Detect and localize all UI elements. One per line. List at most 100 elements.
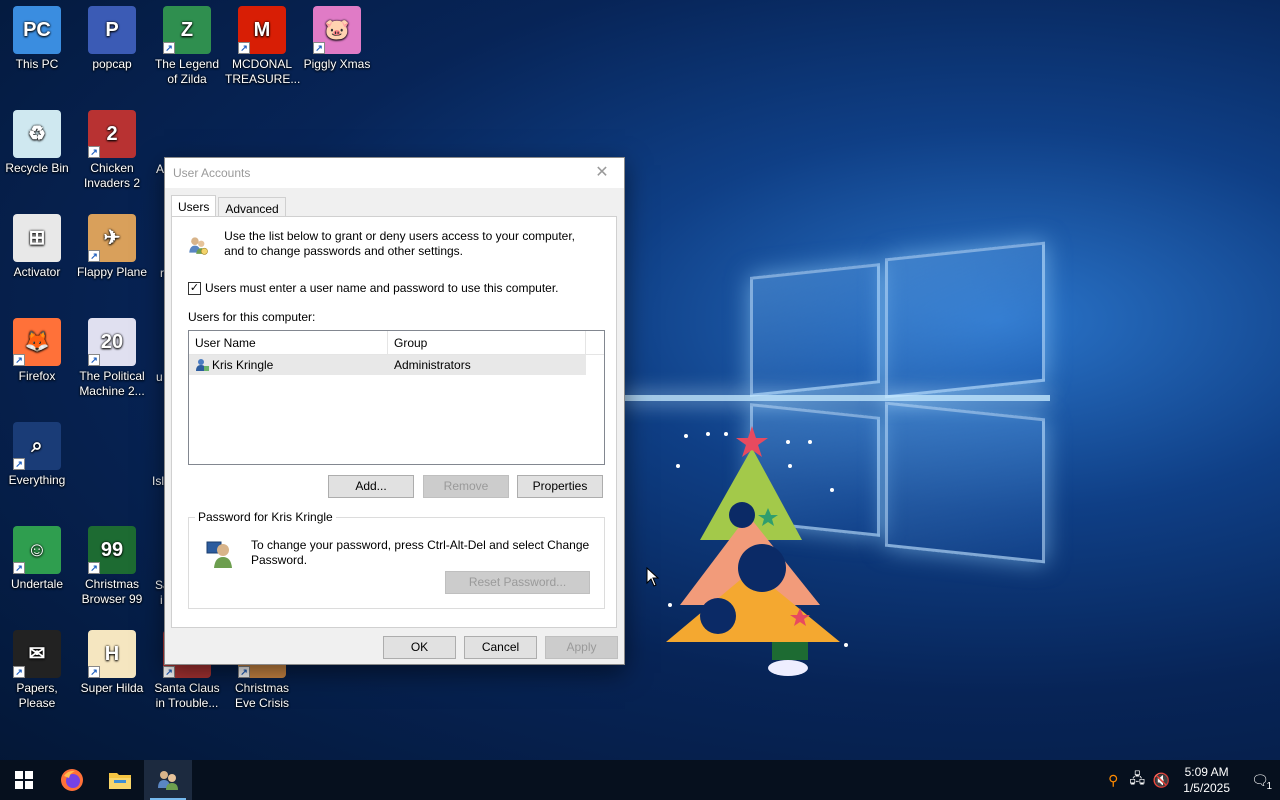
- shortcut-arrow-icon: ↗: [88, 354, 100, 366]
- clock-time: 5:09 AM: [1184, 765, 1229, 779]
- shortcut-arrow-icon: ↗: [88, 562, 100, 574]
- taskbar-firefox[interactable]: [48, 760, 96, 800]
- tab-users[interactable]: Users: [171, 195, 217, 218]
- users-list-header: User Name Group: [189, 331, 604, 355]
- shortcut-arrow-icon: ↗: [88, 250, 100, 262]
- add-button[interactable]: Add...: [328, 475, 414, 498]
- desktop-icon-label: popcap: [92, 57, 132, 71]
- activator-icon: ⊞: [13, 214, 61, 262]
- papers-please-icon: ✉ ↗: [13, 630, 61, 678]
- taskbar-user-accounts[interactable]: [144, 760, 192, 800]
- intro-text: Use the list below to grant or deny user…: [224, 229, 576, 258]
- shortcut-arrow-icon: ↗: [238, 42, 250, 54]
- desktop-icon-popcap[interactable]: Ppopcap: [75, 6, 149, 72]
- desktop-icon-political-machine[interactable]: 20 ↗ The Political Machine 2...: [75, 318, 149, 399]
- title-bar[interactable]: User Accounts ✕: [165, 158, 624, 188]
- clock[interactable]: 5:09 AM 1/5/2025: [1173, 764, 1240, 796]
- partial-label: i: [160, 593, 163, 607]
- desktop-icon-papers-please[interactable]: ✉ ↗ Papers, Please: [0, 630, 74, 711]
- taskbar: ⚲ 🖧 🔇 5:09 AM 1/5/2025 🗨 1: [0, 760, 1280, 800]
- network-icon[interactable]: 🖧: [1125, 760, 1149, 800]
- require-login-label[interactable]: Users must enter a user name and passwor…: [205, 281, 559, 295]
- desktop-icon-chicken-invaders-2[interactable]: 2 ↗ Chicken Invaders 2: [75, 110, 149, 191]
- tab-strip: Users Advanced: [171, 194, 288, 218]
- desktop-icon-label: This PC: [15, 57, 59, 71]
- desktop-icon-label: Santa Claus in Trouble...: [154, 681, 220, 710]
- mouse-cursor-icon: [646, 567, 660, 587]
- users-list-label: Users for this computer:: [188, 310, 316, 324]
- user-accounts-icon: [158, 771, 178, 790]
- users-tab-panel: Use the list below to grant or deny user…: [171, 216, 617, 628]
- chicken-invaders-2-icon: 2 ↗: [88, 110, 136, 158]
- desktop-icon-legend-of-zilda[interactable]: Z ↗ The Legend of Zilda: [150, 6, 224, 87]
- shortcut-arrow-icon: ↗: [163, 666, 175, 678]
- shortcut-arrow-icon: ↗: [238, 666, 250, 678]
- desktop-icon-recycle-bin[interactable]: ♻ Recycle Bin: [0, 110, 74, 176]
- users-icon: [189, 237, 208, 255]
- desktop-icon-christmas-browser-99[interactable]: 99 ↗ Christmas Browser 99: [75, 526, 149, 607]
- shortcut-arrow-icon: ↗: [13, 562, 25, 574]
- cancel-button[interactable]: Cancel: [464, 636, 537, 659]
- remove-button[interactable]: Remove: [423, 475, 509, 498]
- ok-button[interactable]: OK: [383, 636, 456, 659]
- shortcut-arrow-icon: ↗: [88, 146, 100, 158]
- properties-button[interactable]: Properties: [517, 475, 603, 498]
- mcdonal-treasure-icon: M ↗: [238, 6, 286, 54]
- password-group: Password for Kris Kringle To change your…: [188, 510, 605, 609]
- tab-advanced[interactable]: Advanced: [218, 197, 286, 217]
- close-icon[interactable]: ✕: [588, 162, 616, 184]
- desktop-icon-label: Firefox: [18, 369, 56, 383]
- firefox-icon: 🦊 ↗: [13, 318, 61, 366]
- super-hilda-icon: H ↗: [88, 630, 136, 678]
- table-row[interactable]: Kris Kringle Administrators: [189, 355, 586, 375]
- shortcut-arrow-icon: ↗: [13, 354, 25, 366]
- desktop-icon-undertale[interactable]: ☺ ↗ Undertale: [0, 526, 74, 592]
- desktop-icon-mcdonal-treasure[interactable]: M ↗ MCDONAL TREASURE...: [225, 6, 301, 87]
- column-user-name[interactable]: User Name: [189, 331, 388, 354]
- search-everything-icon[interactable]: ⚲: [1101, 760, 1125, 800]
- desktop-icon-flappy-plane[interactable]: ✈ ↗ Flappy Plane: [75, 214, 149, 280]
- piggly-xmas-icon: 🐷 ↗: [313, 6, 361, 54]
- desktop-icon-super-hilda[interactable]: H ↗ Super Hilda: [75, 630, 149, 696]
- desktop-icon-label: Recycle Bin: [5, 161, 69, 175]
- user-accounts-dialog: User Accounts ✕ Users Advanced Use the l…: [164, 157, 625, 665]
- user-name-cell: Kris Kringle: [189, 358, 388, 372]
- desktop-icon-label: MCDONAL TREASURE...: [225, 57, 301, 86]
- column-group[interactable]: Group: [388, 331, 586, 354]
- desktop-icon-activator[interactable]: ⊞ Activator: [0, 214, 74, 280]
- firefox-icon: [61, 769, 83, 791]
- desktop-icon-label: Christmas Eve Crisis: [234, 681, 289, 710]
- password-group-title: Password for Kris Kringle: [195, 510, 336, 524]
- desktop-icon-everything[interactable]: ⌕ ↗ Everything: [0, 422, 74, 488]
- flappy-plane-icon: ✈ ↗: [88, 214, 136, 262]
- legend-of-zilda-icon: Z ↗: [163, 6, 211, 54]
- start-button[interactable]: [0, 760, 48, 800]
- desktop-icon-piggly-xmas[interactable]: 🐷 ↗ Piggly Xmas: [300, 6, 374, 72]
- desktop-icon-label: Christmas Browser 99: [81, 577, 143, 606]
- reset-password-button[interactable]: Reset Password...: [445, 571, 590, 594]
- apply-button[interactable]: Apply: [545, 636, 618, 659]
- require-login-checkbox[interactable]: ✓: [188, 281, 201, 295]
- shortcut-arrow-icon: ↗: [13, 458, 25, 470]
- user-group: Administrators: [394, 358, 471, 372]
- system-tray: ⚲ 🖧 🔇 5:09 AM 1/5/2025 🗨 1: [1101, 760, 1280, 800]
- partial-label: A: [156, 162, 165, 176]
- desktop-icon-label: Piggly Xmas: [303, 57, 371, 71]
- desktop-icon-firefox[interactable]: 🦊 ↗ Firefox: [0, 318, 74, 384]
- desktop-icon-label: Super Hilda: [80, 681, 144, 695]
- action-center-icon[interactable]: 🗨 1: [1240, 760, 1280, 800]
- desktop-icon-label: The Legend of Zilda: [154, 57, 220, 86]
- windows-icon: [15, 771, 33, 789]
- password-instructions: To change your password, press Ctrl-Alt-…: [251, 538, 590, 567]
- taskbar-file-explorer[interactable]: [96, 760, 144, 800]
- desktop-icon-label: Chicken Invaders 2: [83, 161, 141, 190]
- volume-muted-icon[interactable]: 🔇: [1149, 760, 1173, 800]
- undertale-icon: ☺ ↗: [13, 526, 61, 574]
- user-icon: [196, 359, 209, 371]
- shortcut-arrow-icon: ↗: [163, 42, 175, 54]
- desktop-icon-this-pc[interactable]: PC This PC: [0, 6, 74, 72]
- christmas-tree-decoration: [666, 426, 848, 676]
- users-list[interactable]: User Name Group Kris Kringle Administrat…: [188, 330, 605, 465]
- user-password-icon: [206, 541, 232, 568]
- desktop-icon-label: The Political Machine 2...: [79, 369, 145, 398]
